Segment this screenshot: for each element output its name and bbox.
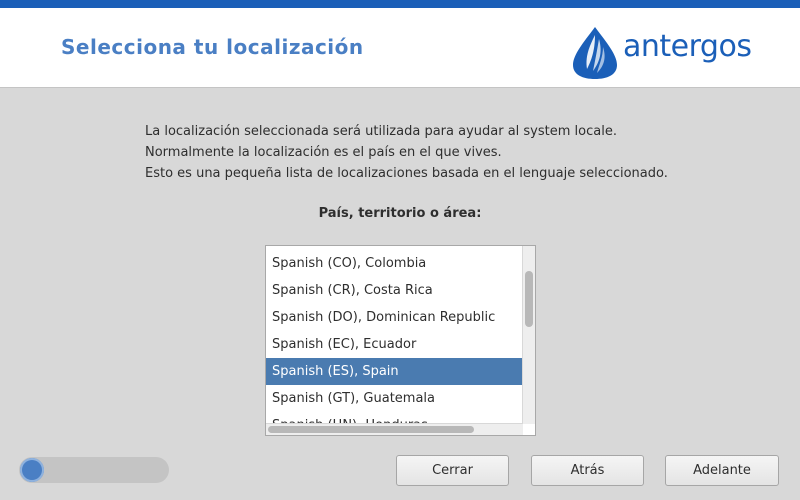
description-line-1: La localización seleccionada será utiliz… (145, 124, 617, 139)
description: La localización seleccionada será utiliz… (145, 121, 668, 184)
description-line-2: Normalmente la localización es el país e… (145, 145, 502, 160)
list-item[interactable]: Spanish (EC), Ecuador (266, 331, 523, 358)
antergos-logo-icon (573, 27, 617, 79)
installer-window: Selecciona tu localización antergos La l… (0, 0, 800, 500)
vertical-scrollbar[interactable] (522, 246, 535, 424)
header: Selecciona tu localización antergos (0, 8, 800, 88)
close-button[interactable]: Cerrar (396, 455, 509, 486)
list-item[interactable]: Spanish (CR), Costa Rica (266, 277, 523, 304)
vertical-scrollbar-thumb[interactable] (525, 271, 533, 327)
locale-list-items: Spanish (CO), Colombia Spanish (CR), Cos… (266, 250, 523, 435)
list-item-selected[interactable]: Spanish (ES), Spain (266, 358, 523, 385)
antergos-logo: antergos (569, 25, 759, 81)
back-button[interactable]: Atrás (531, 455, 644, 486)
locale-list[interactable]: Spanish (CO), Colombia Spanish (CR), Cos… (265, 245, 536, 436)
list-item[interactable]: Spanish (GT), Guatemala (266, 385, 523, 412)
logo-text: antergos (623, 29, 752, 64)
top-accent-strip (0, 0, 800, 8)
page-title: Selecciona tu localización (61, 35, 364, 59)
progress-bar (19, 457, 169, 483)
progress-fill (20, 458, 44, 482)
description-line-3: Esto es una pequeña lista de localizacio… (145, 166, 668, 181)
locale-list-label: País, territorio o área: (318, 206, 482, 221)
forward-button[interactable]: Adelante (665, 455, 779, 486)
list-item[interactable]: Spanish (CO), Colombia (266, 250, 523, 277)
horizontal-scrollbar[interactable] (266, 423, 523, 435)
list-item[interactable]: Spanish (DO), Dominican Republic (266, 304, 523, 331)
horizontal-scrollbar-thumb[interactable] (268, 426, 474, 433)
